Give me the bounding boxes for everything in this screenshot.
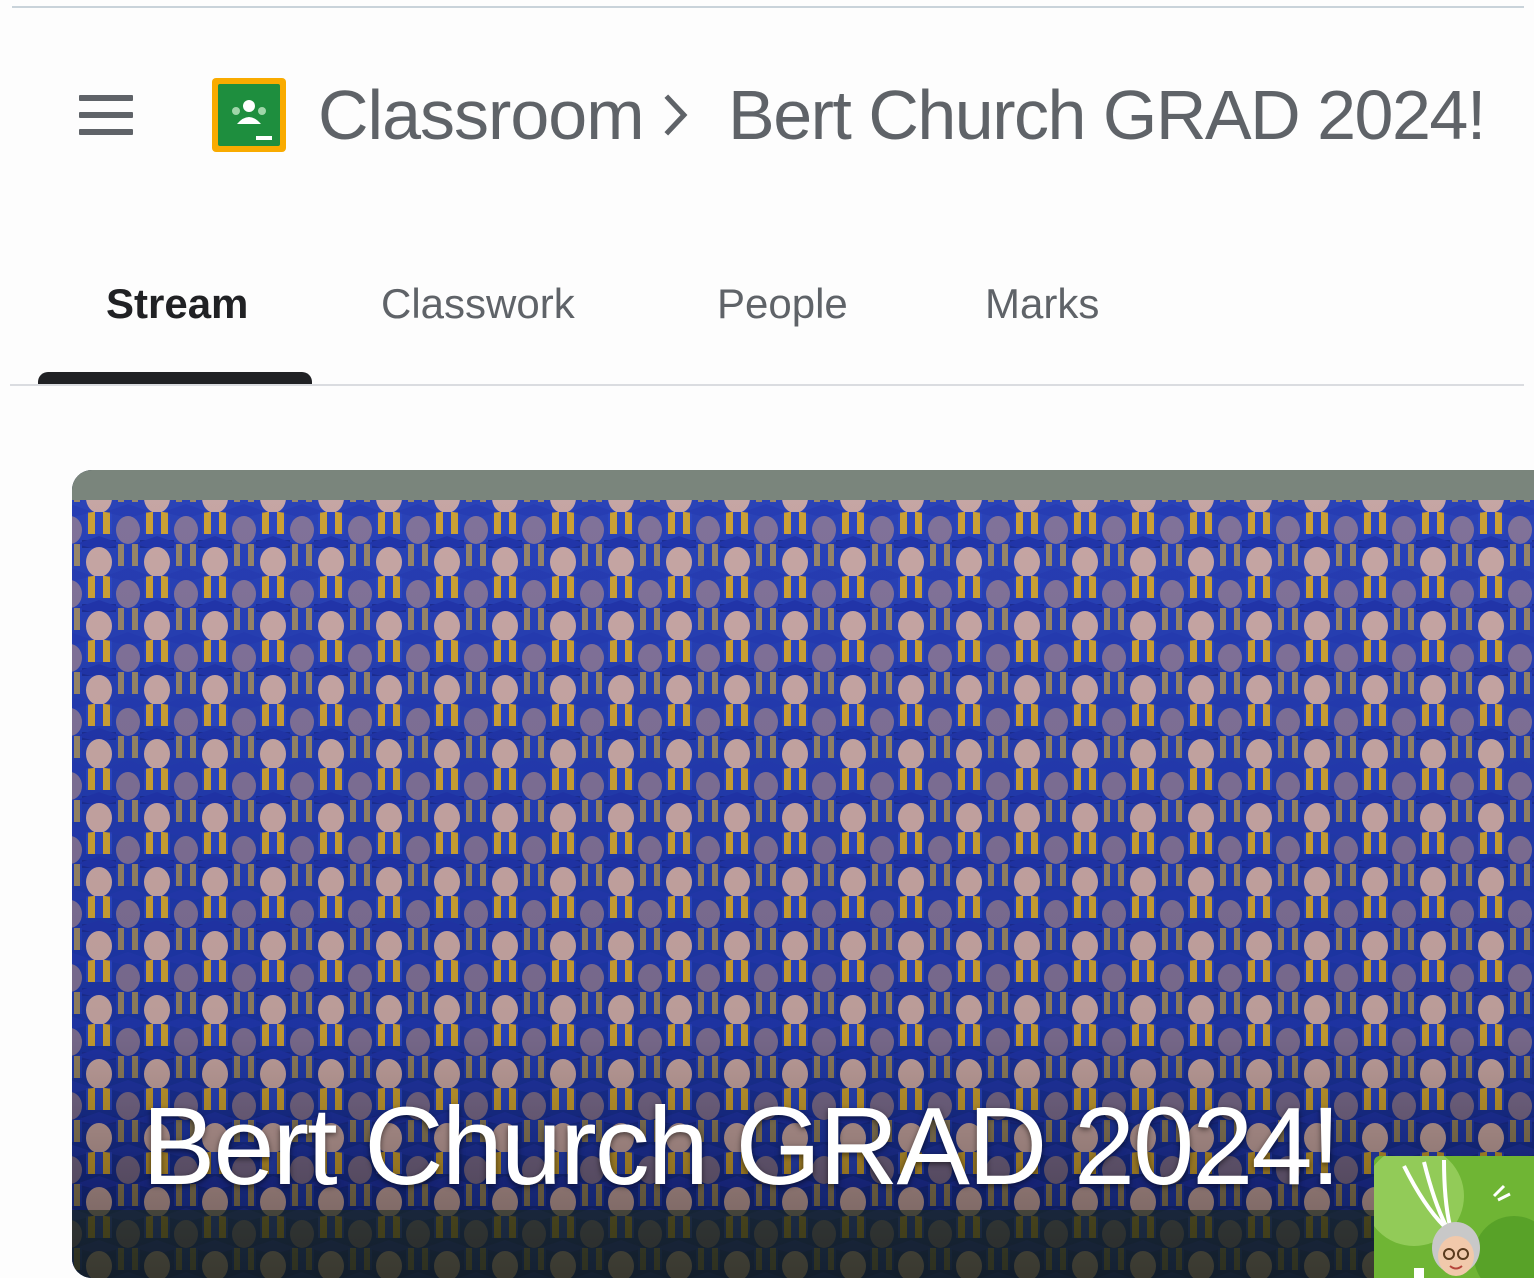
- hamburger-menu-icon: [79, 95, 133, 101]
- course-banner: Bert Church GRAD 2024!: [72, 470, 1534, 1278]
- classroom-page: Classroom Bert Church GRAD 2024! Stream …: [0, 0, 1534, 1278]
- chevron-right-icon: [664, 94, 688, 136]
- tab-people[interactable]: People: [717, 278, 848, 330]
- course-tabs: Stream Classwork People Marks: [0, 250, 1534, 386]
- tabs-divider: [10, 384, 1524, 386]
- avatar-image: [1374, 1156, 1534, 1278]
- tab-marks[interactable]: Marks: [985, 278, 1099, 330]
- breadcrumb-course-title[interactable]: Bert Church GRAD 2024!: [728, 70, 1486, 160]
- user-avatar[interactable]: [1374, 1156, 1534, 1278]
- top-divider: [12, 6, 1524, 8]
- app-brand-name[interactable]: Classroom: [318, 70, 645, 160]
- main-menu-button[interactable]: [72, 84, 140, 146]
- tab-classwork[interactable]: Classwork: [381, 278, 575, 330]
- google-classroom-logo-icon[interactable]: [212, 78, 286, 152]
- app-header: Classroom Bert Church GRAD 2024!: [0, 60, 1534, 170]
- tab-stream[interactable]: Stream: [106, 278, 248, 330]
- banner-course-title[interactable]: Bert Church GRAD 2024!: [142, 1082, 1341, 1212]
